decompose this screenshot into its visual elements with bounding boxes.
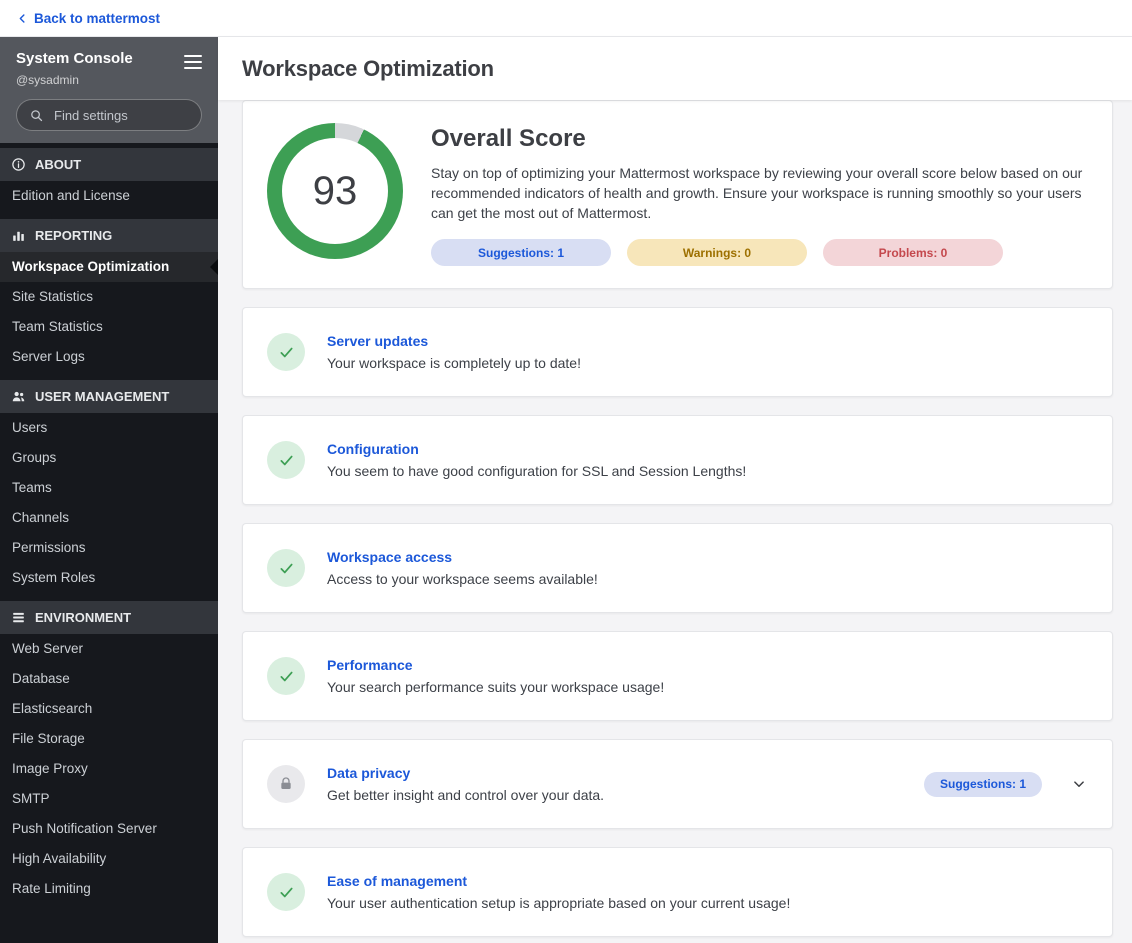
search-input[interactable] [52,106,189,124]
main-panel: Workspace Optimization 93 Overall Score … [218,37,1132,943]
card-workspace-access: Workspace access Access to your workspac… [242,523,1113,613]
sidebar-item-file-storage[interactable]: File Storage [0,724,218,754]
info-icon [11,157,26,172]
score-chips: Suggestions: 1 Warnings: 0 Problems: 0 [431,239,1088,266]
card-description: Your search performance suits your works… [327,679,665,695]
sidebar-item-push-notification-server[interactable]: Push Notification Server [0,814,218,844]
system-console-sidebar: System Console @sysadmin Find settings A… [0,37,218,943]
sidebar-nav: ABOUT Edition and License REPORTING Work… [0,143,218,943]
menu-icon[interactable] [184,49,202,72]
sidebar-section-user-management: USER MANAGEMENT Users Groups Teams Chann… [0,380,218,593]
sidebar-item-groups[interactable]: Groups [0,443,218,473]
search-icon [29,108,44,123]
sidebar-item-high-availability[interactable]: High Availability [0,844,218,874]
sidebar-item-image-proxy[interactable]: Image Proxy [0,754,218,784]
section-header-environment: ENVIRONMENT [0,601,218,634]
sidebar-item-team-statistics[interactable]: Team Statistics [0,312,218,342]
back-link-label: Back to mattermost [34,10,161,26]
chevron-down-icon[interactable] [1070,775,1088,793]
overall-score-title: Overall Score [431,125,586,152]
sidebar-item-web-server[interactable]: Web Server [0,634,218,664]
sidebar-item-channels[interactable]: Channels [0,503,218,533]
sidebar-item-server-logs[interactable]: Server Logs [0,342,218,372]
sidebar-section-about: ABOUT Edition and License [0,148,218,211]
card-configuration: Configuration You seem to have good conf… [242,415,1113,505]
lock-icon [267,765,305,803]
check-circle-icon [267,873,305,911]
sidebar-item-elasticsearch[interactable]: Elasticsearch [0,694,218,724]
card-title-workspace-access[interactable]: Workspace access [327,549,598,565]
card-title-data-privacy[interactable]: Data privacy [327,765,604,781]
chevron-left-icon [16,12,29,25]
card-ease-of-management: Ease of management Your user authenticat… [242,847,1113,937]
sidebar-item-system-roles[interactable]: System Roles [0,563,218,593]
section-header-reporting: REPORTING [0,219,218,252]
sidebar-item-database[interactable]: Database [0,664,218,694]
sidebar-item-users[interactable]: Users [0,413,218,443]
sidebar-item-workspace-optimization[interactable]: Workspace Optimization [0,252,218,282]
overall-score-card: 93 Overall Score Stay on top of optimizi… [242,100,1113,289]
card-performance: Performance Your search performance suit… [242,631,1113,721]
back-link[interactable]: Back to mattermost [16,11,160,26]
card-description: Your workspace is completely up to date! [327,355,581,371]
users-icon [11,389,26,404]
server-stack-icon [11,610,26,625]
sidebar-section-reporting: REPORTING Workspace Optimization Site St… [0,219,218,372]
check-circle-icon [267,441,305,479]
section-label: REPORTING [35,228,113,243]
section-header-user-management: USER MANAGEMENT [0,380,218,413]
page-header: Workspace Optimization [218,37,1132,100]
card-title-ease-of-management[interactable]: Ease of management [327,873,790,889]
score-value: 93 [312,168,358,213]
section-label: ENVIRONMENT [35,610,132,625]
overall-score-description: Stay on top of optimizing your Mattermos… [431,165,1083,221]
page-title: Workspace Optimization [242,55,494,81]
check-circle-icon [267,549,305,587]
sidebar-item-rate-limiting[interactable]: Rate Limiting [0,874,218,904]
check-circle-icon [267,657,305,695]
card-description: Your user authentication setup is approp… [327,895,791,911]
suggestions-chip: Suggestions: 1 [431,239,611,266]
score-ring: 93 [267,123,403,259]
card-description: Get better insight and control over your… [327,787,605,803]
card-server-updates: Server updates Your workspace is complet… [242,307,1113,397]
card-title-server-updates[interactable]: Server updates [327,333,581,349]
sidebar-item-smtp[interactable]: SMTP [0,784,218,814]
section-header-about: ABOUT [0,148,218,181]
sidebar-item-teams[interactable]: Teams [0,473,218,503]
section-label: ABOUT [35,157,82,172]
warnings-chip: Warnings: 0 [627,239,807,266]
card-title-configuration[interactable]: Configuration [327,441,746,457]
sidebar-item-site-statistics[interactable]: Site Statistics [0,282,218,312]
card-title-performance[interactable]: Performance [327,657,664,673]
content-scroll-area[interactable]: 93 Overall Score Stay on top of optimizi… [218,100,1132,943]
top-bar: Back to mattermost [0,0,1132,37]
sidebar-item-edition-and-license[interactable]: Edition and License [0,181,218,211]
find-settings-search[interactable] [16,99,202,131]
section-label: USER MANAGEMENT [35,389,170,404]
sidebar-username: @sysadmin [16,73,79,87]
check-circle-icon [267,333,305,371]
sidebar-item-permissions[interactable]: Permissions [0,533,218,563]
sidebar-header: System Console @sysadmin [0,37,218,143]
bar-chart-icon [11,228,26,243]
card-description: You seem to have good configuration for … [327,463,747,479]
card-data-privacy: Data privacy Get better insight and cont… [242,739,1113,829]
problems-chip: Problems: 0 [823,239,1003,266]
suggestions-chip: Suggestions: 1 [923,771,1042,797]
card-description: Access to your workspace seems available… [327,571,598,587]
sidebar-title: System Console [16,50,133,67]
sidebar-section-environment: ENVIRONMENT Web Server Database Elastics… [0,601,218,904]
